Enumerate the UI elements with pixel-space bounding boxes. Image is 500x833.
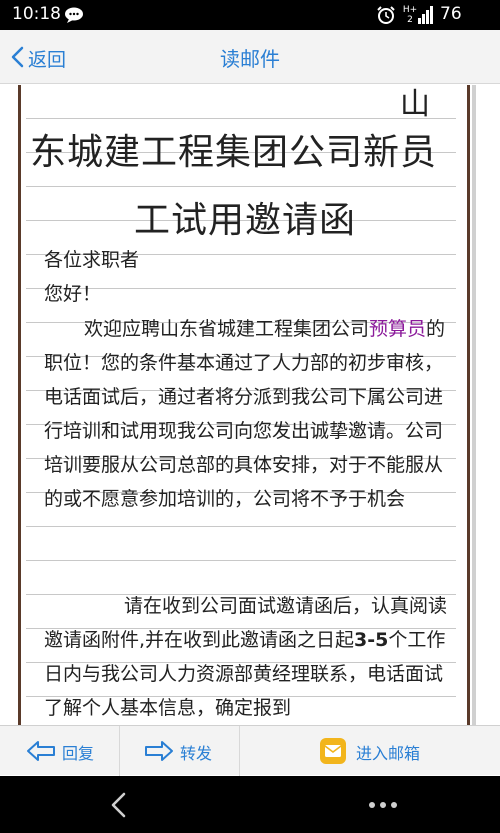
job-title-link[interactable]: 预算员 [369, 318, 426, 340]
envelope-icon [324, 745, 342, 757]
letter-title-line2: 工试用邀请函 [133, 200, 356, 241]
reply-arrow-icon [27, 741, 55, 761]
network-type-bottom: 2 [407, 15, 413, 25]
back-button[interactable]: 返回 [10, 42, 80, 72]
reply-label: 回复 [62, 744, 95, 763]
alarm-icon [377, 6, 395, 24]
go-to-inbox-button[interactable]: 进入邮箱 [240, 726, 500, 776]
status-bar: 10:18 H+ 2 76 [0, 0, 500, 30]
salutation: 您好！ [44, 283, 102, 305]
forward-button[interactable]: 转发 [120, 726, 240, 776]
forward-label: 转发 [180, 744, 213, 763]
para2-days: 3-5 [354, 629, 389, 651]
signal-icon [418, 6, 433, 24]
action-bar: 回复 转发 进入邮箱 [0, 725, 500, 776]
letter-title-line1: 东城建工程集团公司新员 [30, 132, 438, 173]
inbox-label: 进入邮箱 [356, 744, 421, 763]
email-content[interactable]: 山 东城建工程集团公司新员 工试用邀请函 各位求职者 您好！ 欢迎应聘山东省城建… [0, 85, 500, 725]
status-time: 10:18 [12, 4, 61, 24]
system-nav-bar [0, 776, 500, 833]
paragraph-2: 请在收到公司面试邀请函后，认真阅读邀请函附件,并在收到此邀请函之日起3-5个工作… [44, 589, 452, 725]
title-fragment: 山 [400, 87, 430, 122]
network-type-top: H+ [402, 5, 418, 15]
chevron-left-icon [11, 46, 24, 68]
reply-button[interactable]: 回复 [0, 726, 120, 776]
para1-text-b: 的职位！您的条件基本通过了人力部的初步审核，电话面试后，通过者将分派到我公司下属… [44, 318, 446, 510]
paragraph-1: 欢迎应聘山东省城建工程集团公司预算员的职位！您的条件基本通过了人力部的初步审核，… [44, 312, 452, 516]
back-label: 返回 [28, 49, 67, 71]
network-type-label: H+ 2 [400, 5, 420, 25]
battery-level: 76 [440, 4, 462, 24]
mail-icon [320, 738, 346, 764]
para1-text-a: 欢迎应聘山东省城建工程集团公司 [84, 318, 370, 340]
system-back-icon[interactable] [108, 792, 128, 818]
more-options-icon[interactable] [368, 800, 398, 810]
scrollbar[interactable] [472, 85, 476, 725]
chat-bubble-icon [65, 7, 83, 23]
nav-bar: 返回 读邮件 [0, 30, 500, 84]
forward-arrow-icon [145, 741, 173, 761]
greeting: 各位求职者 [44, 249, 140, 271]
